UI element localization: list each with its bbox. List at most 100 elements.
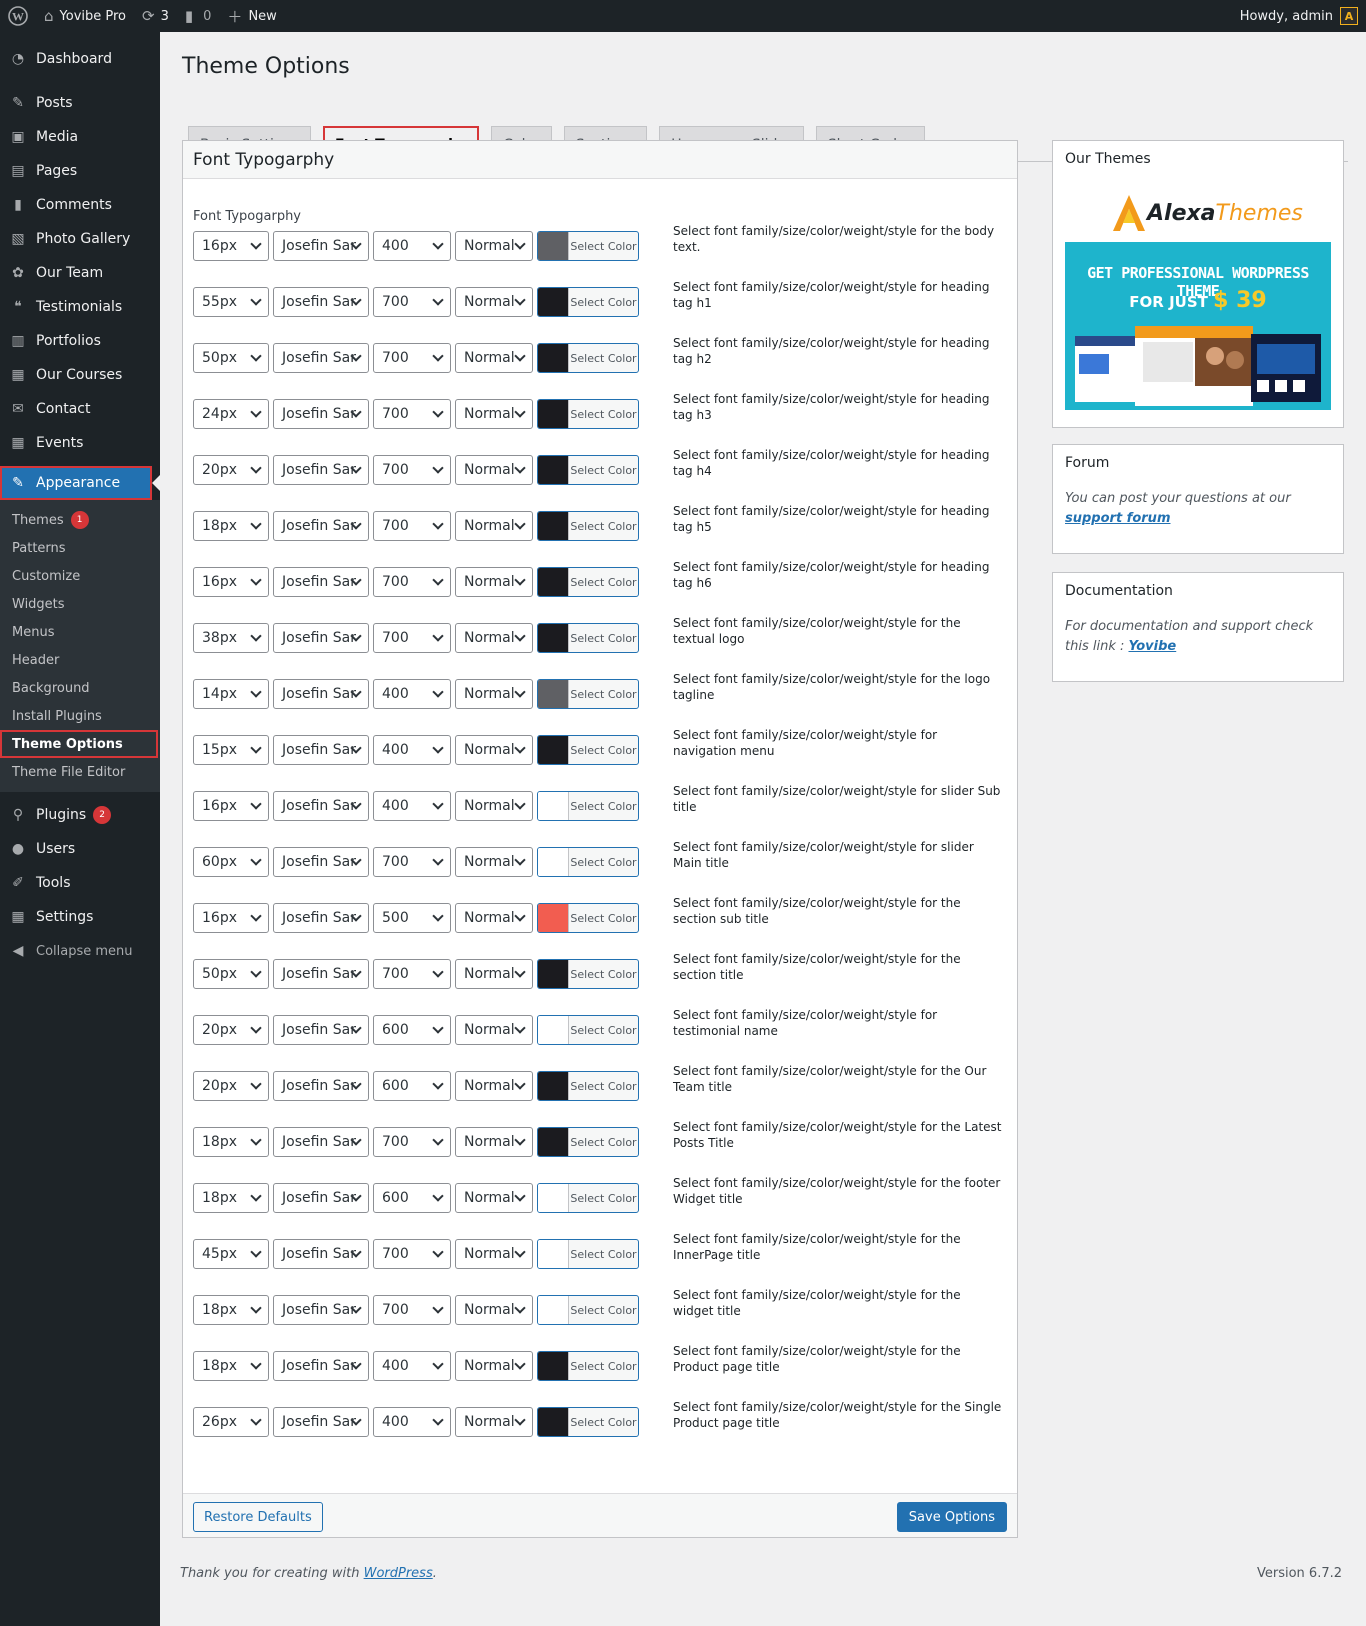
font-family-select[interactable]: Josefin Sar [273,623,369,653]
font-style-select[interactable]: Normal [455,399,533,429]
font-style-select[interactable]: Normal [455,959,533,989]
font-style-select[interactable]: Normal [455,287,533,317]
font-weight-select[interactable]: 700 [373,847,451,877]
select-color-button[interactable]: Select Color [537,903,639,933]
menu-our-team[interactable]: ✿ Our Team [0,256,160,290]
select-color-button[interactable]: Select Color [537,567,639,597]
font-size-select[interactable]: 55px [193,287,269,317]
select-color-button[interactable]: Select Color [537,1239,639,1269]
font-size-select[interactable]: 16px [193,791,269,821]
select-color-button[interactable]: Select Color [537,1071,639,1101]
font-weight-select[interactable]: 700 [373,1239,451,1269]
font-family-select[interactable]: Josefin Sar [273,959,369,989]
menu-events[interactable]: ▦ Events [0,426,160,460]
select-color-button[interactable]: Select Color [537,679,639,709]
submenu-customize[interactable]: Customize [0,562,160,590]
font-style-select[interactable]: Normal [455,847,533,877]
font-family-select[interactable]: Josefin Sar [273,1183,369,1213]
font-weight-select[interactable]: 400 [373,1407,451,1437]
font-style-select[interactable]: Normal [455,679,533,709]
select-color-button[interactable]: Select Color [537,231,639,261]
menu-settings[interactable]: ▦ Settings [0,900,160,934]
menu-plugins[interactable]: ⚲ Plugins 2 [0,798,160,832]
font-family-select[interactable]: Josefin Sar [273,1295,369,1325]
collapse-menu-button[interactable]: ◀ Collapse menu [0,934,160,968]
menu-dashboard[interactable]: ◔ Dashboard [0,42,160,76]
font-style-select[interactable]: Normal [455,1071,533,1101]
font-size-select[interactable]: 20px [193,1015,269,1045]
account-menu[interactable]: Howdy, admin A [1232,0,1366,32]
font-style-select[interactable]: Normal [455,1239,533,1269]
font-style-select[interactable]: Normal [455,1127,533,1157]
font-weight-select[interactable]: 400 [373,231,451,261]
font-style-select[interactable]: Normal [455,623,533,653]
font-size-select[interactable]: 18px [193,511,269,541]
submenu-theme-options[interactable]: Theme Options [0,730,158,758]
font-family-select[interactable]: Josefin Sar [273,1351,369,1381]
font-size-select[interactable]: 16px [193,567,269,597]
select-color-button[interactable]: Select Color [537,623,639,653]
font-weight-select[interactable]: 700 [373,1295,451,1325]
font-style-select[interactable]: Normal [455,1407,533,1437]
font-size-select[interactable]: 20px [193,455,269,485]
font-style-select[interactable]: Normal [455,567,533,597]
font-style-select[interactable]: Normal [455,1183,533,1213]
font-family-select[interactable]: Josefin Sar [273,399,369,429]
select-color-button[interactable]: Select Color [537,1407,639,1437]
font-size-select[interactable]: 18px [193,1295,269,1325]
font-family-select[interactable]: Josefin Sar [273,1407,369,1437]
save-options-button[interactable]: Save Options [896,1502,1007,1532]
menu-portfolios[interactable]: ▥ Portfolios [0,324,160,358]
font-size-select[interactable]: 24px [193,399,269,429]
font-size-select[interactable]: 60px [193,847,269,877]
select-color-button[interactable]: Select Color [537,847,639,877]
font-family-select[interactable]: Josefin Sar [273,735,369,765]
comments-link[interactable]: ▮ 0 [177,0,220,32]
select-color-button[interactable]: Select Color [537,511,639,541]
promo-banner[interactable]: GET PROFESSIONAL WORDPRESS THEME FOR JUS… [1065,242,1331,410]
menu-our-courses[interactable]: ▦ Our Courses [0,358,160,392]
submenu-themes[interactable]: Themes 1 [0,506,160,534]
font-weight-select[interactable]: 700 [373,287,451,317]
submenu-patterns[interactable]: Patterns [0,534,160,562]
font-style-select[interactable]: Normal [455,511,533,541]
font-family-select[interactable]: Josefin Sar [273,1127,369,1157]
menu-media[interactable]: ▣ Media [0,120,160,154]
font-weight-select[interactable]: 400 [373,1351,451,1381]
new-content-link[interactable]: ＋ New [219,0,284,32]
font-family-select[interactable]: Josefin Sar [273,455,369,485]
font-size-select[interactable]: 18px [193,1127,269,1157]
submenu-theme-file-editor[interactable]: Theme File Editor [0,758,160,786]
font-weight-select[interactable]: 400 [373,791,451,821]
select-color-button[interactable]: Select Color [537,455,639,485]
menu-users[interactable]: ● Users [0,832,160,866]
menu-contact[interactable]: ✉ Contact [0,392,160,426]
font-family-select[interactable]: Josefin Sar [273,847,369,877]
menu-tools[interactable]: ✐ Tools [0,866,160,900]
font-weight-select[interactable]: 400 [373,679,451,709]
font-weight-select[interactable]: 700 [373,1127,451,1157]
menu-appearance[interactable]: ✎ Appearance [0,466,160,500]
font-size-select[interactable]: 18px [193,1183,269,1213]
font-size-select[interactable]: 26px [193,1407,269,1437]
font-size-select[interactable]: 18px [193,1351,269,1381]
select-color-button[interactable]: Select Color [537,791,639,821]
submenu-widgets[interactable]: Widgets [0,590,160,618]
font-weight-select[interactable]: 500 [373,903,451,933]
support-forum-link[interactable]: support forum [1065,511,1171,526]
font-size-select[interactable]: 45px [193,1239,269,1269]
font-weight-select[interactable]: 700 [373,511,451,541]
font-family-select[interactable]: Josefin Sar [273,343,369,373]
font-size-select[interactable]: 50px [193,959,269,989]
font-style-select[interactable]: Normal [455,791,533,821]
font-size-select[interactable]: 16px [193,231,269,261]
select-color-button[interactable]: Select Color [537,399,639,429]
menu-pages[interactable]: ▤ Pages [0,154,160,188]
yovibe-link[interactable]: Yovibe [1129,639,1177,654]
font-family-select[interactable]: Josefin Sar [273,231,369,261]
wordpress-logo-icon[interactable]: W [0,0,36,32]
font-size-select[interactable]: 16px [193,903,269,933]
font-weight-select[interactable]: 700 [373,959,451,989]
select-color-button[interactable]: Select Color [537,1127,639,1157]
font-weight-select[interactable]: 700 [373,567,451,597]
